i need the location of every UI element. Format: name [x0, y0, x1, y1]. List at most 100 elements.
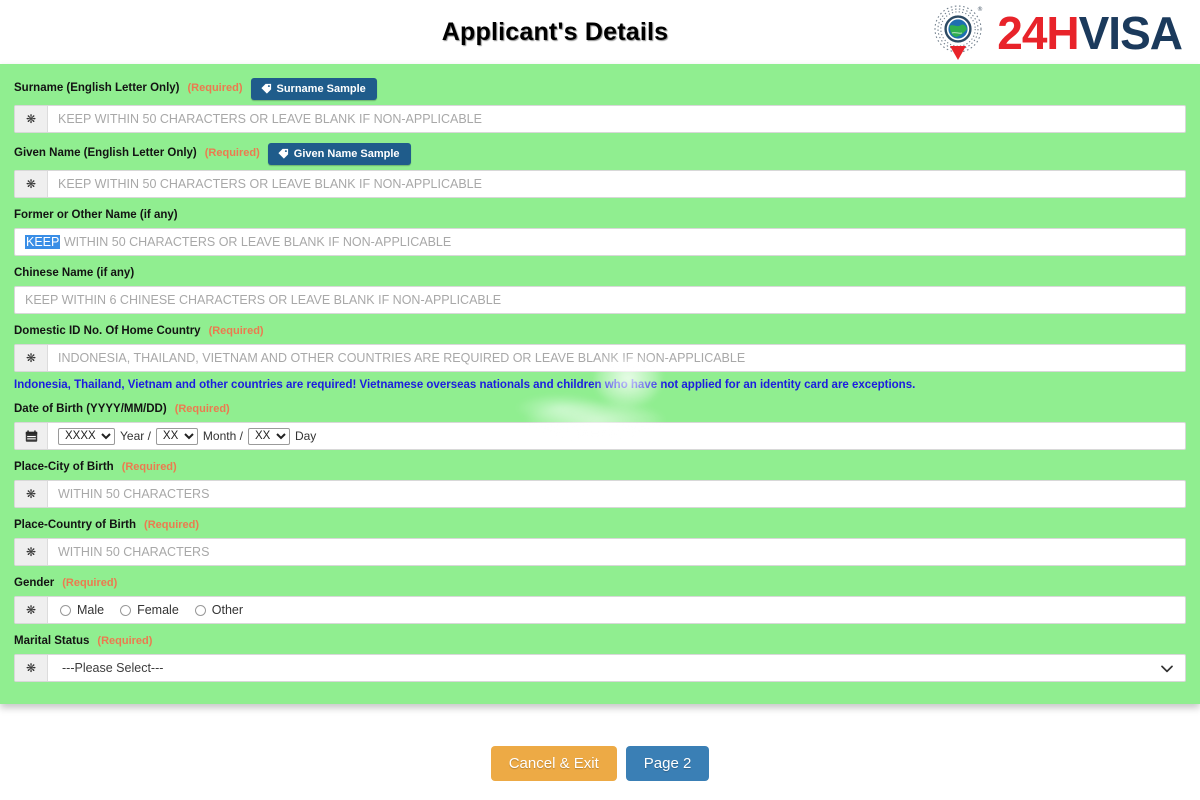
given-name-sample-label: Given Name Sample: [293, 147, 400, 160]
label-place-country-text: Place-Country of Birth: [14, 518, 137, 531]
page-title: Applicant's Details: [441, 17, 669, 46]
gender-option-female[interactable]: Female: [120, 603, 179, 617]
surname-sample-label: Surname Sample: [276, 82, 366, 95]
chinese-name-input-wrap[interactable]: [14, 286, 1186, 314]
asterisk-icon: ❋: [15, 655, 48, 682]
gender-option-male-label: Male: [77, 603, 105, 618]
field-group-place-country: Place-Country of Birth (Required) ❋: [0, 518, 1200, 567]
globe-pin-icon: ®: [927, 2, 993, 64]
label-place-city: Place-City of Birth (Required): [14, 460, 1186, 475]
label-date-of-birth-text: Date of Birth (YYYY/MM/DD): [14, 402, 167, 415]
label-place-city-text: Place-City of Birth: [14, 460, 114, 473]
tag-icon: [260, 83, 272, 95]
brand-logo: ® 24H VISA: [927, 2, 1183, 64]
page-header: Applicant's Details ® 24H VISA: [0, 0, 1200, 64]
marital-status-select[interactable]: ---Please Select---: [48, 655, 1185, 681]
radio-icon[interactable]: [120, 604, 132, 616]
place-city-input-row[interactable]: ❋: [14, 480, 1186, 509]
field-group-marital-status: Marital Status (Required) ❋ ---Please Se…: [0, 634, 1200, 683]
dob-month-suffix: Month /: [202, 429, 243, 444]
label-chinese-name: Chinese Name (if any): [14, 266, 1186, 281]
domestic-id-input[interactable]: [48, 345, 1185, 371]
radio-icon[interactable]: [194, 604, 206, 616]
gender-option-female-label: Female: [137, 603, 179, 618]
gender-options: Male Female Other: [48, 597, 1185, 623]
asterisk-icon: ❋: [15, 171, 48, 197]
label-domestic-id: Domestic ID No. Of Home Country (Require…: [14, 324, 1186, 339]
dob-day-select[interactable]: XX: [247, 427, 290, 445]
former-name-placeholder-rest: WITHIN 50 CHARACTERS OR LEAVE BLANK IF N…: [60, 235, 452, 249]
required-marker: (Required): [97, 635, 153, 648]
page-2-button[interactable]: Page 2: [625, 746, 710, 782]
domestic-id-note: Indonesia, Thailand, Vietnam and other c…: [14, 379, 916, 391]
label-former-name-text: Former or Other Name (if any): [14, 208, 178, 221]
label-marital-status: Marital Status (Required): [14, 634, 1186, 649]
surname-input[interactable]: [48, 106, 1185, 132]
asterisk-icon: ❋: [15, 539, 48, 566]
gender-option-male[interactable]: Male: [60, 603, 104, 617]
label-surname-text: Surname (English Letter Only): [14, 82, 180, 95]
marital-status-value: ---Please Select---: [62, 661, 164, 676]
given-name-sample-button[interactable]: Given Name Sample: [267, 143, 411, 165]
dob-day-suffix: Day: [294, 429, 317, 444]
dob-month-select[interactable]: XX: [155, 427, 198, 445]
given-name-input[interactable]: [48, 171, 1185, 197]
radio-icon[interactable]: [60, 604, 71, 616]
asterisk-icon: ❋: [15, 481, 48, 508]
brand-text-24h: 24H: [997, 7, 1079, 59]
required-marker: (Required): [187, 82, 243, 95]
label-former-name: Former or Other Name (if any): [14, 208, 1186, 223]
tag-icon: [277, 148, 289, 160]
date-of-birth-controls: XXXX Year / XX Month / XX Day: [48, 423, 1185, 449]
label-gender: Gender (Required): [14, 576, 1186, 591]
chevron-down-icon[interactable]: [1161, 662, 1173, 675]
surname-sample-button[interactable]: Surname Sample: [250, 78, 377, 100]
field-group-former-name: Former or Other Name (if any) KEEP WITHI…: [0, 208, 1200, 256]
field-group-surname: Surname (English Letter Only) (Required)…: [0, 78, 1200, 133]
cancel-exit-button[interactable]: Cancel & Exit: [490, 746, 617, 782]
field-group-domestic-id: Domestic ID No. Of Home Country (Require…: [0, 324, 1200, 392]
given-name-input-row[interactable]: ❋: [14, 170, 1186, 198]
field-group-date-of-birth: Date of Birth (YYYY/MM/DD) (Required) XX…: [0, 402, 1200, 451]
place-city-input[interactable]: [48, 481, 1185, 508]
required-marker: (Required): [204, 147, 260, 160]
field-group-gender: Gender (Required) ❋ Male Female Other: [0, 576, 1200, 625]
gender-option-other[interactable]: Other: [194, 603, 244, 618]
former-name-placeholder: KEEP WITHIN 50 CHARACTERS OR LEAVE BLANK…: [25, 235, 451, 249]
label-given-name: Given Name (English Letter Only) (Requir…: [14, 143, 1186, 165]
former-name-input[interactable]: KEEP WITHIN 50 CHARACTERS OR LEAVE BLANK…: [14, 228, 1186, 256]
gender-row: ❋ Male Female Other: [14, 596, 1186, 625]
place-country-input[interactable]: [48, 539, 1185, 566]
label-place-country: Place-Country of Birth (Required): [14, 518, 1186, 533]
required-marker: (Required): [121, 461, 177, 474]
label-date-of-birth: Date of Birth (YYYY/MM/DD) (Required): [14, 402, 1186, 417]
label-surname: Surname (English Letter Only) (Required)…: [14, 78, 1186, 100]
brand-wordmark: 24H VISA: [997, 7, 1183, 59]
calendar-icon: [15, 423, 48, 450]
label-given-name-text: Given Name (English Letter Only): [14, 147, 197, 160]
svg-text:®: ®: [977, 6, 983, 13]
surname-input-row[interactable]: ❋: [14, 105, 1186, 133]
domestic-id-input-row[interactable]: ❋: [14, 344, 1186, 372]
marital-status-row[interactable]: ❋ ---Please Select---: [14, 654, 1186, 683]
label-chinese-name-text: Chinese Name (if any): [14, 266, 135, 279]
asterisk-icon: ❋: [15, 345, 48, 371]
brand-text-visa: VISA: [1078, 7, 1183, 59]
field-group-place-city: Place-City of Birth (Required) ❋: [0, 460, 1200, 509]
label-marital-status-text: Marital Status: [14, 634, 90, 647]
required-marker: (Required): [144, 519, 200, 532]
selected-text-fragment: KEEP: [25, 235, 61, 249]
chinese-name-input[interactable]: [25, 287, 1175, 313]
footer-actions: Cancel & Exit Page 2: [0, 746, 1200, 782]
field-group-given-name: Given Name (English Letter Only) (Requir…: [0, 143, 1200, 198]
label-domestic-id-text: Domestic ID No. Of Home Country: [14, 324, 201, 337]
place-country-input-row[interactable]: ❋: [14, 538, 1186, 567]
dob-year-select[interactable]: XXXX: [58, 427, 115, 445]
required-marker: (Required): [208, 324, 264, 337]
date-of-birth-row[interactable]: XXXX Year / XX Month / XX Day: [14, 422, 1186, 451]
label-gender-text: Gender: [14, 576, 55, 589]
gender-option-other-label: Other: [211, 603, 244, 618]
required-marker: (Required): [62, 577, 118, 590]
field-group-chinese-name: Chinese Name (if any): [0, 266, 1200, 314]
applicant-form-panel: Surname (English Letter Only) (Required)…: [0, 64, 1200, 705]
